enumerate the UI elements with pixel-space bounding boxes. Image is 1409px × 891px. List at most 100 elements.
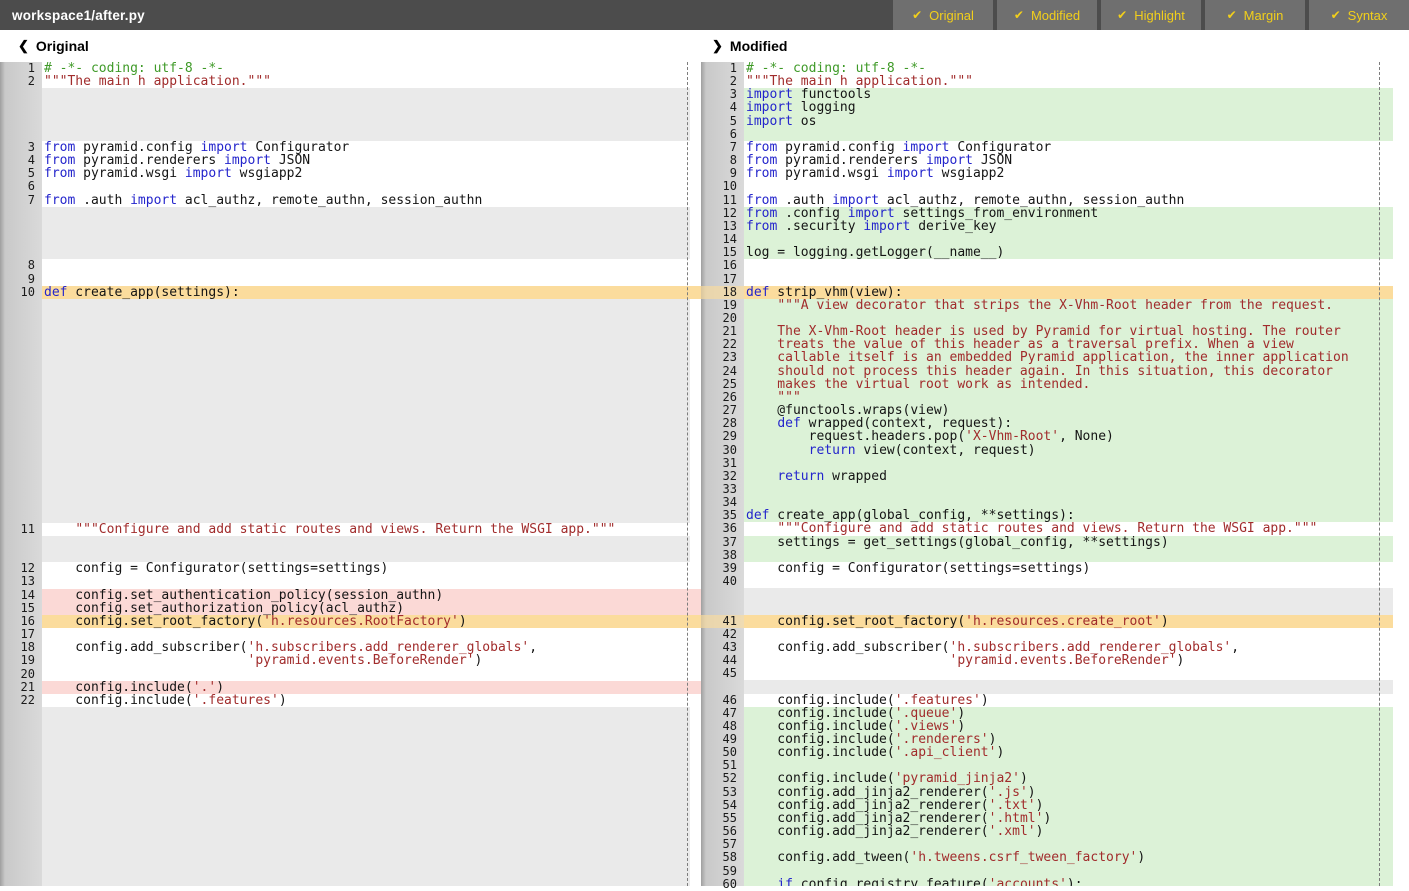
- code-line: config = Configurator(settings=settings): [744, 562, 1393, 575]
- code-line: if config.registry.feature('accounts'):: [744, 878, 1393, 886]
- code-line: import os: [744, 115, 1393, 128]
- line-number: 13: [0, 575, 42, 588]
- code-line: [42, 259, 690, 272]
- original-code-pane[interactable]: # -*- coding: utf-8 -*-"""The main h app…: [42, 62, 690, 886]
- line-number: 5: [701, 115, 744, 128]
- line-number: 15: [0, 602, 42, 615]
- toolbar-button-label: Syntax: [1348, 8, 1388, 23]
- line-number: 47: [701, 707, 744, 720]
- line-number: 10: [701, 180, 744, 193]
- line-number: 24: [701, 365, 744, 378]
- modified-code-pane[interactable]: # -*- coding: utf-8 -*-"""The main h app…: [744, 62, 1393, 886]
- line-number: 8: [701, 154, 744, 167]
- code-token: if: [777, 877, 793, 886]
- window-title-bar: workspace1/after.py ✔Original✔Modified✔H…: [0, 0, 1409, 30]
- toolbar: ✔Original✔Modified✔Highlight✔Margin✔Synt…: [889, 0, 1409, 30]
- modified-pane-label: Modified: [730, 38, 788, 54]
- deleted-chunk-link: [690, 681, 701, 694]
- line-number: 4: [0, 154, 42, 167]
- code-token: config.set_root_factory(: [746, 614, 965, 629]
- gap-filler: [42, 707, 690, 886]
- window-title: workspace1/after.py: [0, 8, 889, 23]
- code-token: ,: [529, 640, 537, 655]
- code-token: config = Configurator(settings=settings): [746, 561, 1090, 576]
- gutter-gap: [701, 680, 744, 693]
- code-token: config.add_tween(: [746, 850, 910, 865]
- line-number: 45: [701, 667, 744, 680]
- code-token: '.features': [193, 693, 279, 708]
- code-line: config = Configurator(settings=settings): [42, 562, 690, 575]
- margin-line-modified: [1379, 62, 1380, 886]
- code-token: ): [474, 653, 482, 668]
- line-number: 25: [701, 378, 744, 391]
- line-number: 19: [701, 299, 744, 312]
- code-token: 'accounts': [989, 877, 1067, 886]
- code-line: """Configure and add static routes and v…: [42, 523, 690, 536]
- code-token: settings = get_settings(global_config, *…: [746, 535, 1169, 550]
- code-token: [746, 298, 777, 313]
- code-token: import: [130, 193, 177, 208]
- toolbar-button-original[interactable]: ✔Original: [893, 0, 993, 30]
- line-number: 3: [701, 88, 744, 101]
- code-token: 'h.resources.RootFactory': [263, 614, 459, 629]
- check-icon: ✔: [1117, 8, 1127, 22]
- code-line: 'pyramid.events.BeforeRender'): [42, 654, 690, 667]
- code-line: 'pyramid.events.BeforeRender'): [744, 654, 1393, 667]
- line-number: 9: [0, 273, 42, 286]
- line-number: 7: [701, 141, 744, 154]
- code-token: """A view decorator that strips the X-Vh…: [777, 298, 1333, 313]
- code-token: ): [279, 693, 287, 708]
- margin-line-original: [687, 62, 688, 886]
- code-line: settings = get_settings(global_config, *…: [744, 536, 1393, 549]
- code-token: derive_key: [910, 219, 996, 234]
- code-token: ,: [1231, 640, 1239, 655]
- code-token: [44, 653, 248, 668]
- code-token: ): [1176, 653, 1184, 668]
- code-token: '.api_client': [895, 745, 997, 760]
- code-line: def create_app(settings):: [42, 286, 690, 299]
- code-token: return: [777, 469, 824, 484]
- code-token: 'pyramid.events.BeforeRender': [248, 653, 475, 668]
- check-icon: ✔: [1227, 8, 1237, 22]
- changed-chunk-link: [690, 615, 701, 628]
- code-token: return: [809, 443, 856, 458]
- modified-pane-header: ❯ Modified: [712, 38, 787, 54]
- toolbar-button-highlight[interactable]: ✔Highlight: [1101, 0, 1201, 30]
- code-token: config.include(: [44, 693, 193, 708]
- gap-filler: [744, 588, 1393, 614]
- code-token: config.registry.feature(: [793, 877, 989, 886]
- code-line: """A view decorator that strips the X-Vh…: [744, 299, 1393, 312]
- deleted-chunk-link: [690, 589, 701, 602]
- diff-linkmap: [690, 62, 701, 886]
- toolbar-button-modified[interactable]: ✔Modified: [997, 0, 1097, 30]
- line-number: 41: [701, 615, 744, 628]
- line-number: 1: [701, 62, 744, 75]
- code-line: from .security import derive_key: [744, 220, 1393, 233]
- toolbar-button-label: Margin: [1244, 8, 1284, 23]
- line-number: 14: [0, 589, 42, 602]
- code-token: , None): [1059, 429, 1114, 444]
- code-token: """Configure and add static routes and v…: [75, 522, 615, 537]
- code-token: acl_authz, remote_authn, session_authn: [177, 193, 482, 208]
- line-number: 3: [0, 141, 42, 154]
- code-token: .auth: [75, 193, 130, 208]
- code-token: ): [1161, 614, 1169, 629]
- line-number: 48: [701, 720, 744, 733]
- code-token: ): [996, 745, 1004, 760]
- toolbar-button-syntax[interactable]: ✔Syntax: [1309, 0, 1409, 30]
- line-number: 53: [701, 786, 744, 799]
- chevron-left-icon: ❮: [18, 38, 29, 54]
- code-token: wrapped: [824, 469, 887, 484]
- code-token: import: [887, 166, 934, 181]
- line-number: 18: [701, 286, 744, 299]
- chevron-right-icon: ❯: [712, 38, 723, 54]
- code-token: from: [746, 166, 777, 181]
- line-number: 46: [701, 694, 744, 707]
- code-token: 'h.tweens.csrf_tween_factory': [910, 850, 1137, 865]
- original-pane-header: ❮ Original: [18, 38, 89, 54]
- code-line: [744, 259, 1393, 272]
- code-token: import: [863, 219, 910, 234]
- toolbar-button-label: Modified: [1031, 8, 1080, 23]
- gap-filler: [42, 207, 690, 260]
- toolbar-button-margin[interactable]: ✔ Margin: [1205, 0, 1305, 30]
